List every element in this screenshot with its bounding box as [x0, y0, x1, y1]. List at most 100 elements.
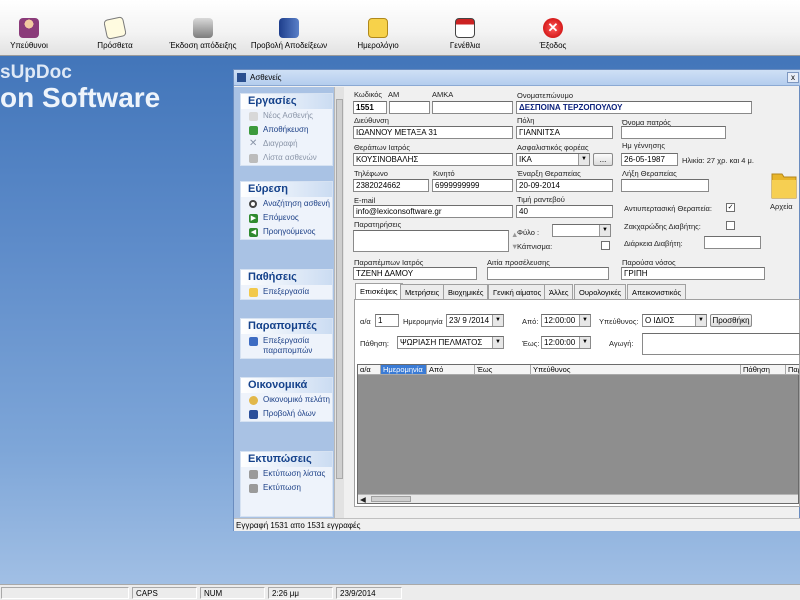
- visit-aa-field[interactable]: 1: [375, 314, 399, 327]
- diabetes-checkbox[interactable]: [726, 221, 735, 230]
- start-field[interactable]: 20-09-2014: [516, 179, 613, 192]
- nav-scrollbar-thumb[interactable]: [336, 99, 343, 479]
- nav-group-title[interactable]: Οικονομικά: [241, 378, 332, 393]
- visit-date-picker[interactable]: 23/ 9 /2014 ▼: [446, 314, 504, 327]
- nav-group-title[interactable]: Παθήσεις: [241, 270, 332, 285]
- tab-biochemical[interactable]: Βιοχημικές: [443, 284, 489, 299]
- grid-scrollbar-thumb[interactable]: [371, 496, 411, 502]
- nav-item-edit-referrals[interactable]: Επεξεργασία παραπομπών: [241, 334, 332, 358]
- chevron-down-icon[interactable]: ▼: [492, 337, 503, 348]
- toolbar-extras-button[interactable]: Πρόσθετα: [90, 0, 140, 56]
- previous-arrow-icon: ◀: [249, 228, 258, 237]
- add-visit-button[interactable]: Προσθήκη: [710, 314, 752, 327]
- chevron-down-icon[interactable]: ▼: [579, 315, 590, 326]
- nav-group-title[interactable]: Παραπομπές: [241, 319, 332, 334]
- toolbar-responsible-button[interactable]: Υπεύθυνοι: [4, 0, 54, 56]
- start-label: Έναρξη Θεραπείας: [517, 169, 581, 178]
- nav-item-print[interactable]: Εκτύπωση: [241, 481, 332, 495]
- father-field[interactable]: [621, 126, 726, 139]
- nav-item-patient-list[interactable]: Λίστα ασθενών: [241, 151, 332, 165]
- doctor-field[interactable]: ΚΟΥΣΙΝΟΒΑΛΗΣ: [353, 153, 513, 166]
- disease-field[interactable]: ΓΡΙΠΗ: [621, 267, 765, 280]
- brand-line-2: on Software: [0, 82, 161, 113]
- city-field[interactable]: ΓΙΑΝΝΙΤΣΑ: [516, 126, 613, 139]
- tab-measurements[interactable]: Μετρήσεις: [400, 284, 445, 299]
- nav-item-client-financial[interactable]: Οικονομικό πελάτη: [241, 393, 332, 407]
- toolbar-exit-button[interactable]: ✕ Έξοδος: [530, 0, 576, 56]
- grid-column-header[interactable]: Υπεύθυνος: [531, 365, 741, 375]
- chevron-down-icon[interactable]: ▼: [695, 315, 706, 326]
- tab-imaging[interactable]: Απεικονιστικός: [627, 284, 687, 299]
- visits-grid[interactable]: α/α Ημερομηνία Από Έως Υπεύθυνος Πάθηση …: [357, 364, 800, 504]
- notes-textarea[interactable]: [353, 230, 509, 252]
- insurance-select[interactable]: ΙΚΑ ▼: [516, 153, 590, 166]
- scroll-left-icon[interactable]: ◀: [360, 495, 366, 504]
- mobile-field[interactable]: 6999999999: [432, 179, 513, 192]
- chevron-down-icon[interactable]: ▼: [579, 337, 590, 348]
- nav-item-delete[interactable]: ✕ Διαγραφή: [241, 137, 332, 151]
- visit-to-field[interactable]: 12:00:00 ▼: [541, 336, 591, 349]
- am-field[interactable]: [389, 101, 430, 114]
- visit-responsible-select[interactable]: Ο ΙΔΙΟΣ ▼: [642, 314, 707, 327]
- visit-treatment-textarea[interactable]: [642, 333, 800, 355]
- nav-item-next[interactable]: ▶ Επόμενος: [241, 211, 332, 225]
- birth-field[interactable]: 26-05-1987: [621, 153, 678, 166]
- smoking-checkbox[interactable]: [601, 241, 610, 250]
- amka-field[interactable]: [432, 101, 513, 114]
- city-label: Πόλη: [517, 116, 535, 125]
- nav-group-title[interactable]: Εργασίες: [241, 94, 332, 109]
- price-field[interactable]: 40: [516, 205, 613, 218]
- am-label: ΑΜ: [388, 90, 400, 99]
- nav-item-save[interactable]: Αποθήκευση: [241, 123, 332, 137]
- grid-column-header[interactable]: Έως: [475, 365, 531, 375]
- grid-horizontal-scrollbar[interactable]: ◀: [358, 494, 798, 504]
- phone-field[interactable]: 2382024662: [353, 179, 429, 192]
- insurance-browse-button[interactable]: ...: [593, 153, 613, 166]
- email-field[interactable]: info@lexiconsoftware.gr: [353, 205, 513, 218]
- visit-from-field[interactable]: 12:00:00 ▼: [541, 314, 591, 327]
- tab-blood-count[interactable]: Γενική αίματος: [488, 284, 547, 299]
- tab-other[interactable]: Άλλες: [544, 284, 574, 299]
- archive-label: Αρχεία: [770, 202, 793, 211]
- nav-scrollbar[interactable]: [334, 87, 344, 518]
- chevron-down-icon[interactable]: ▼: [578, 154, 589, 165]
- nav-item-previous[interactable]: ◀ Προηγούμενος: [241, 225, 332, 239]
- reason-field[interactable]: [487, 267, 609, 280]
- nav-item-edit-conditions[interactable]: Επεξεργασία: [241, 285, 332, 299]
- chevron-down-icon[interactable]: ▼: [599, 225, 610, 236]
- nav-item-new-patient[interactable]: Νέος Ασθενής: [241, 109, 332, 123]
- nav-item-search-patient[interactable]: Αναζήτηση ασθενή: [241, 197, 332, 211]
- visit-condition-select[interactable]: ΨΩΡΙΑΣΗ ΠΕΛΜΑΤΟΣ ▼: [397, 336, 504, 349]
- ref-doctor-field[interactable]: ΤΖΕΝΗ ΔΑΜΟΥ: [353, 267, 477, 280]
- end-field[interactable]: [621, 179, 709, 192]
- nav-item-print-list[interactable]: Εκτύπωση λίστας: [241, 467, 332, 481]
- tab-visits[interactable]: Επισκέψεις: [355, 283, 403, 299]
- tab-urology[interactable]: Ουρολογικές: [574, 284, 627, 299]
- nav-item-view-all[interactable]: Προβολή όλων: [241, 407, 332, 421]
- nav-group-title[interactable]: Εκτυπώσεις: [241, 452, 332, 467]
- window-close-button[interactable]: x: [787, 72, 799, 83]
- window-title-bar[interactable]: Ασθενείς x: [234, 70, 800, 86]
- doctor-label: Θεράπων Ιατρός: [354, 143, 410, 152]
- nav-group-title[interactable]: Εύρεση: [241, 182, 332, 197]
- archive-button[interactable]: Αρχεία: [764, 170, 800, 216]
- code-field[interactable]: 1551: [353, 101, 387, 114]
- chevron-down-icon[interactable]: ▼: [492, 315, 503, 326]
- toolbar-birthdays-button[interactable]: Γενέθλια: [442, 0, 488, 56]
- grid-column-header[interactable]: Παρ: [786, 365, 800, 375]
- name-field[interactable]: ΔΕΣΠΟΙΝΑ ΤΕΡΖΟΠΟΥΛΟΥ: [516, 101, 752, 114]
- diabetes-duration-field[interactable]: [704, 236, 761, 249]
- toolbar-calendar-button[interactable]: Ημερολόγιο: [352, 0, 404, 56]
- printer-icon: [249, 484, 258, 493]
- list-icon: [249, 154, 258, 163]
- new-document-icon: [249, 112, 258, 121]
- grid-column-header[interactable]: Πάθηση: [741, 365, 786, 375]
- toolbar-view-receipts-button[interactable]: Προβολή Αποδείξεων: [246, 0, 332, 56]
- grid-column-header[interactable]: Από: [427, 365, 475, 375]
- gender-select[interactable]: ▼: [552, 224, 611, 237]
- grid-column-header[interactable]: α/α: [358, 365, 381, 375]
- address-field[interactable]: ΙΩΑΝΝΟΥ ΜΕΤΑΞΑ 31: [353, 126, 513, 139]
- grid-column-header[interactable]: Ημερομηνία: [381, 365, 427, 375]
- hypertension-checkbox[interactable]: ✓: [726, 203, 735, 212]
- toolbar-issue-receipt-button[interactable]: Έκδοση απόδειξης: [165, 0, 241, 56]
